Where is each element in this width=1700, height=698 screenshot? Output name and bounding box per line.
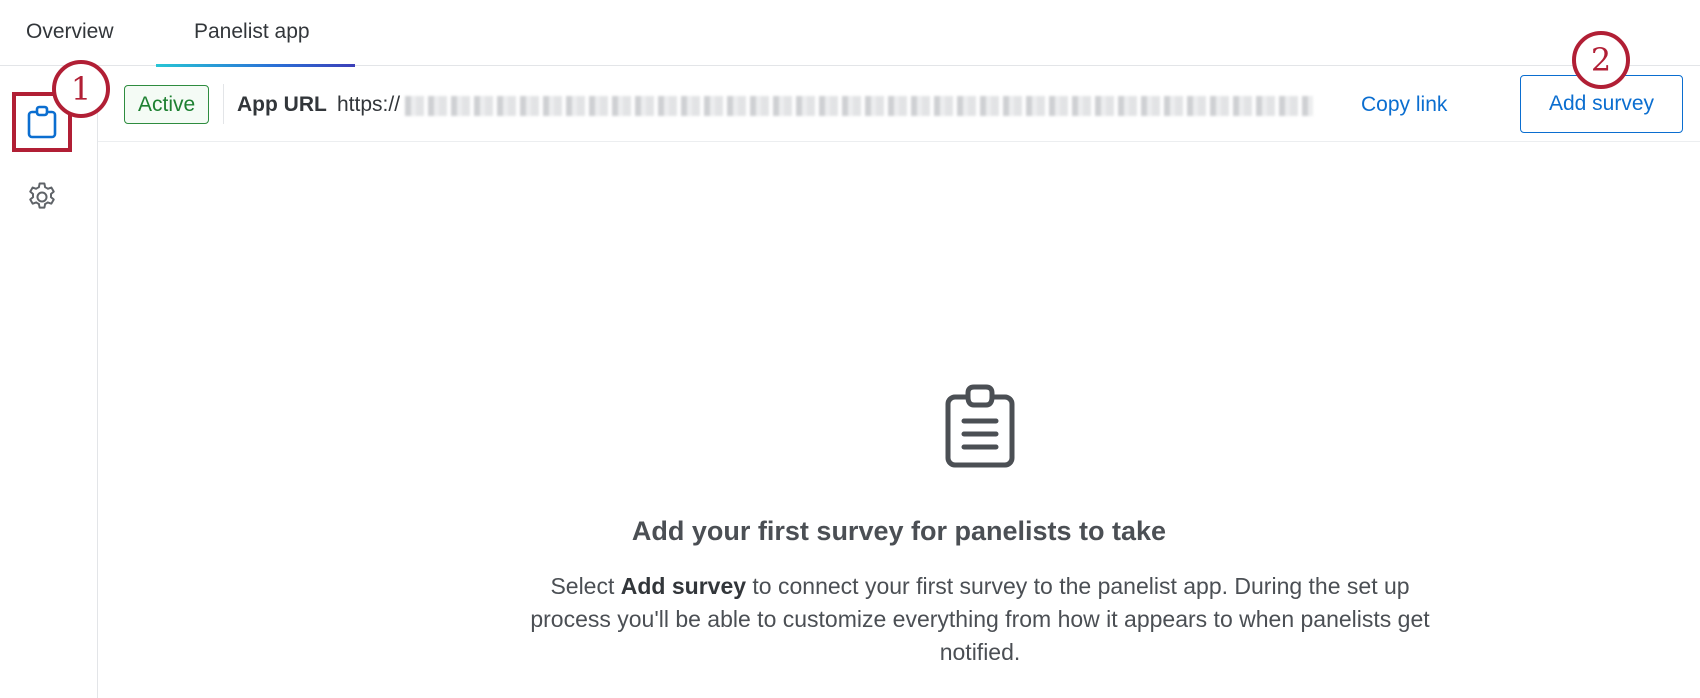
panelist-app-page: Overview Panelist app Active App URL htt… — [0, 0, 1700, 698]
tab-panelist-app[interactable]: Panelist app — [156, 0, 355, 67]
tab-overview[interactable]: Overview — [26, 0, 146, 66]
app-url-label: App URL — [237, 93, 327, 116]
empty-state-description: Select Add survey to connect your first … — [530, 570, 1430, 669]
tab-panelist-app-label: Panelist app — [194, 20, 310, 43]
tab-overview-label: Overview — [26, 20, 114, 43]
app-url-value: https:// — [337, 93, 401, 116]
callout-marker-1: 1 — [52, 60, 110, 118]
clipboard-icon — [27, 105, 57, 139]
toolbar-divider — [223, 84, 224, 124]
tab-bar: Overview Panelist app — [0, 0, 1700, 67]
status-badge: Active — [124, 85, 210, 124]
empty-desc-bold: Add survey — [620, 573, 747, 599]
sidebar-item-settings[interactable] — [12, 167, 72, 227]
clipboard-list-icon — [945, 384, 1015, 468]
app-url-redacted — [405, 96, 1313, 116]
callout-marker-2: 2 — [1572, 31, 1630, 89]
side-rail — [0, 66, 98, 698]
empty-desc-prefix: Select — [550, 573, 621, 599]
empty-state-title: Add your first survey for panelists to t… — [631, 516, 1167, 546]
copy-link-button[interactable]: Copy link — [1361, 93, 1447, 117]
app-url-toolbar: Active App URL https:// Copy link Add su… — [98, 66, 1700, 142]
gear-icon — [29, 182, 55, 209]
